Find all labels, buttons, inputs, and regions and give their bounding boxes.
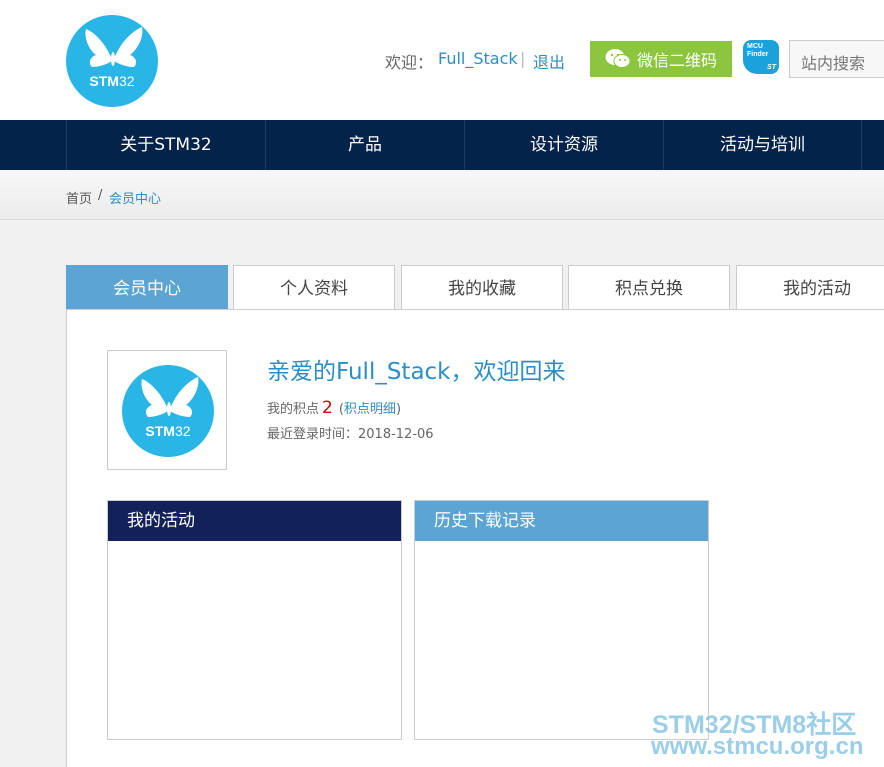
points-label: 我的积点 [267,402,320,417]
stm32-logo[interactable]: STM32 [66,15,158,107]
nav-item-products[interactable]: 产品 [265,120,464,170]
avatar: STM32 [107,350,227,470]
tab-member-center[interactable]: 会员中心 [66,265,228,309]
wechat-qr-button[interactable]: 微信二维码 [590,41,732,77]
my-activities-title: 我的活动 [108,501,401,541]
greeting-title: 亲爱的Full_Stack，欢迎回来 [267,359,566,385]
my-activities-box: 我的活动 [107,500,402,740]
breadcrumb: 首页 / 会员中心 [0,170,884,220]
points-row: 我的积点 2 (积点明细) [267,398,401,418]
tab-points-exchange[interactable]: 积点兑换 [568,265,730,309]
mcu-finder-line2: Finder [747,51,769,58]
tab-my-activities[interactable]: 我的活动 [736,265,884,309]
site-search-input[interactable]: 站内搜索 [789,40,884,78]
download-history-title: 历史下载记录 [415,501,708,541]
mcu-finder-icon[interactable]: MCU Finder ST [743,40,779,74]
wechat-label: 微信二维码 [636,51,717,70]
download-history-box: 历史下载记录 [414,500,709,740]
nav-item-design-resources[interactable]: 设计资源 [464,120,663,170]
breadcrumb-home[interactable]: 首页 [66,188,92,207]
mcu-finder-line1: MCU [747,43,763,50]
nav-item-about[interactable]: 关于STM32 [66,120,265,170]
avatar-text-bold: STM [145,423,175,439]
tab-profile[interactable]: 个人资料 [233,265,395,309]
st-brand-mark: ST [767,64,776,71]
watermark-line2: www.stmcu.org.cn [651,733,864,760]
points-link-close: ) [395,402,402,417]
breadcrumb-separator: / [98,188,103,203]
butterfly-icon [85,27,143,67]
last-login-row: 最近登录时间：2018-12-06 [267,423,434,442]
site-header: STM32 欢迎： Full_Stack | 退出 微信二维码 MCU Find… [0,0,884,120]
main-nav: 关于STM32 产品 设计资源 活动与培训 [0,120,884,170]
logo-text-bold: STM [89,73,119,89]
last-login-date: 2018-12-06 [358,427,434,442]
last-login-label: 最近登录时间： [267,427,359,442]
points-value: 2 [322,398,333,418]
breadcrumb-current: 会员中心 [109,192,162,207]
tab-favorites[interactable]: 我的收藏 [401,265,563,309]
nav-item-events-training[interactable]: 活动与培训 [663,120,862,170]
avatar-text-thin: 32 [174,423,191,439]
welcome-label: 欢迎： [385,53,434,72]
username-link[interactable]: Full_Stack [438,49,518,68]
points-detail-link[interactable]: 积点明细 [344,402,396,417]
wechat-icon [605,48,631,70]
header-separator: | [520,49,526,68]
butterfly-icon [141,377,199,417]
logout-link[interactable]: 退出 [533,49,565,73]
logo-text-thin: 32 [118,73,135,89]
